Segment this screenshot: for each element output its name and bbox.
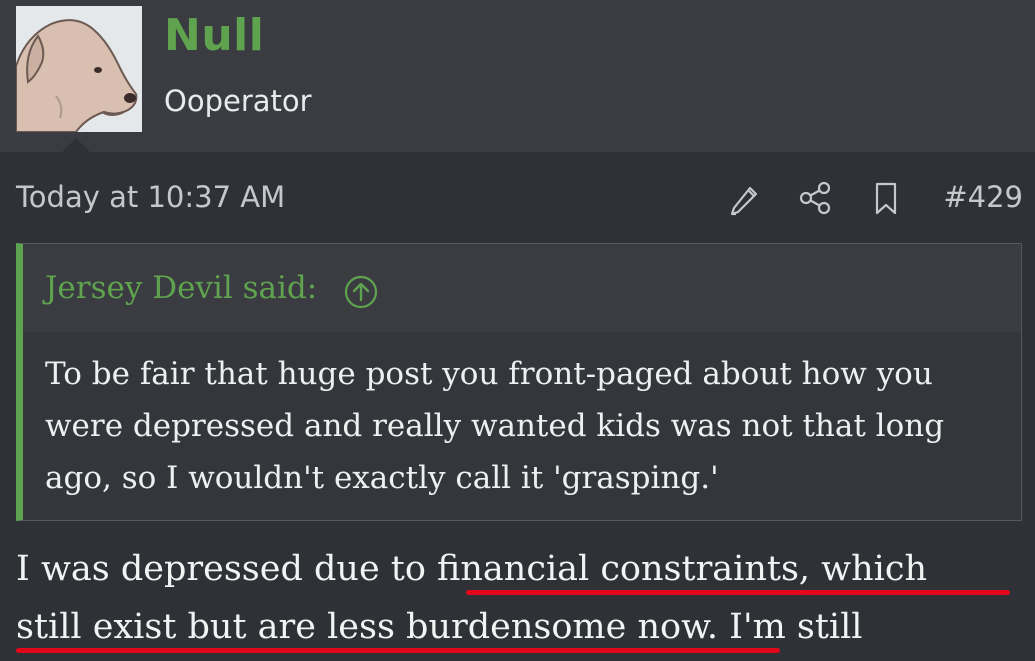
quote-text: To be fair that huge post you front-page… [45,356,945,496]
post-timestamp[interactable]: Today at 10:37 AM [16,180,285,214]
body-text-start: I was depressed due to [16,549,438,589]
red-underline-2 [16,648,780,653]
share-icon[interactable] [796,178,836,218]
header-pointer [62,138,90,152]
body-highlight-1: financial constraints, which [437,549,928,589]
red-underline-1 [466,590,1010,595]
quote-header[interactable]: Jersey Devil said: [23,244,1021,332]
pencil-icon[interactable] [724,178,764,218]
username[interactable]: Null [164,10,264,61]
body-text-end: I'm still [718,607,863,647]
post-number[interactable]: #429 [943,180,1023,214]
user-header: Null Ooperator [0,0,1035,152]
user-title: Ooperator [164,84,312,118]
dog-avatar-icon [16,6,142,132]
body-highlight-2: still exist but are less burdensome now. [16,607,718,647]
arrow-up-circle-icon[interactable] [343,274,379,310]
bookmark-icon[interactable] [866,178,906,218]
quote-block: Jersey Devil said: To be fair that huge … [16,243,1022,521]
quote-author[interactable]: Jersey Devil said: [45,270,317,306]
avatar[interactable] [16,6,142,132]
post-meta: Today at 10:37 AM #429 [0,172,1035,228]
post-body: I was depressed due to financial constra… [16,540,1027,656]
